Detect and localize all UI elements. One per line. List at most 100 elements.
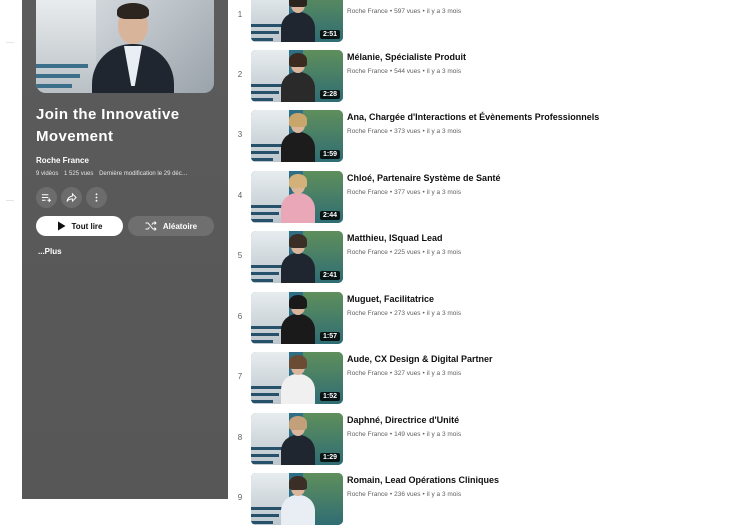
- save-to-library-button[interactable]: [36, 187, 57, 208]
- video-title[interactable]: Romain, Lead Opérations Cliniques: [347, 475, 499, 485]
- video-thumbnail[interactable]: 1:59: [251, 110, 343, 162]
- video-index: 6: [237, 312, 243, 321]
- video-list-item[interactable]: 6 1:57 Muguet, Facilitatrice Roche Franc…: [232, 292, 732, 348]
- video-meta: Roche France • 597 vues • il y a 3 mois: [347, 8, 462, 15]
- video-channel[interactable]: Roche France: [347, 491, 388, 498]
- video-duration: 2:41: [319, 271, 340, 280]
- add-to-queue-icon: [41, 194, 52, 203]
- share-button[interactable]: [61, 187, 82, 208]
- video-thumbnail[interactable]: [251, 473, 343, 525]
- video-duration: 2:51: [319, 30, 340, 39]
- video-duration: 1:52: [319, 392, 340, 401]
- video-age: il y a 3 mois: [426, 370, 462, 377]
- playlist-meta: 9 vidéos 1 525 vues Dernière modificatio…: [36, 171, 192, 177]
- video-title[interactable]: Chloé, Partenaire Système de Santé: [347, 173, 501, 183]
- video-views: 149 vues: [394, 431, 421, 438]
- video-duration: 1:57: [319, 332, 340, 341]
- video-views: 597 vues: [394, 8, 421, 15]
- video-index: 5: [237, 251, 243, 260]
- video-index: 9: [237, 493, 243, 502]
- video-duration: 2:28: [319, 90, 340, 99]
- video-title[interactable]: Mélanie, Spécialiste Produit: [347, 52, 466, 62]
- video-channel[interactable]: Roche France: [347, 431, 388, 438]
- video-count: 9 vidéos: [36, 171, 59, 177]
- video-age: il y a 3 mois: [426, 310, 462, 317]
- video-meta: Roche France • 273 vues • il y a 3 mois: [347, 310, 462, 317]
- video-list-item[interactable]: 9 Romain, Lead Opérations Cliniques Roch…: [232, 473, 732, 529]
- video-views: 377 vues: [394, 189, 421, 196]
- channel-name[interactable]: Roche France: [36, 156, 89, 165]
- video-list-item[interactable]: 3 1:59 Ana, Chargée d'Interactions et Év…: [232, 110, 732, 166]
- video-channel[interactable]: Roche France: [347, 249, 388, 256]
- shuffle-label: Aléatoire: [162, 221, 198, 231]
- video-thumbnail[interactable]: 2:44: [251, 171, 343, 223]
- video-duration: 2:44: [319, 211, 340, 220]
- video-list-item[interactable]: 2 2:28 Mélanie, Spécialiste Produit Roch…: [232, 50, 732, 106]
- video-thumbnail[interactable]: 2:51: [251, 0, 343, 42]
- video-list-item[interactable]: 1 2:51 Roche France • 597 vues • il y a 3 mo…: [232, 0, 732, 46]
- video-meta: Roche France • 225 vues • il y a 3 mois: [347, 249, 462, 256]
- video-views: 373 vues: [394, 128, 421, 135]
- video-age: il y a 3 mois: [426, 491, 462, 498]
- video-index: 1: [237, 10, 243, 19]
- video-meta: Roche France • 236 vues • il y a 3 mois: [347, 491, 462, 498]
- video-meta: Roche France • 373 vues • il y a 3 mois: [347, 128, 462, 135]
- video-age: il y a 3 mois: [426, 128, 462, 135]
- video-meta: Roche France • 327 vues • il y a 3 mois: [347, 370, 462, 377]
- video-list-item[interactable]: 7 1:52 Aude, CX Design & Digital Partner…: [232, 352, 732, 408]
- video-list-item[interactable]: 4 2:44 Chloé, Partenaire Système de Sant…: [232, 171, 732, 227]
- video-index: 7: [237, 372, 243, 381]
- more-vert-icon: [95, 193, 98, 202]
- playlist-thumbnail[interactable]: [36, 0, 214, 93]
- video-age: il y a 3 mois: [426, 8, 462, 15]
- video-title[interactable]: Daphné, Directrice d'Unité: [347, 415, 459, 425]
- divider: [6, 200, 14, 201]
- description-more-link[interactable]: ...Plus: [38, 247, 62, 256]
- video-thumbnail[interactable]: 2:28: [251, 50, 343, 102]
- video-title[interactable]: Muguet, Facilitatrice: [347, 294, 434, 304]
- video-views: 544 vues: [394, 68, 421, 75]
- video-list-item[interactable]: 8 1:29 Daphné, Directrice d'Unité Roche …: [232, 413, 732, 469]
- shuffle-icon: [145, 221, 157, 231]
- video-list-item[interactable]: 5 2:41 Matthieu, ISquad Lead Roche Franc…: [232, 231, 732, 287]
- video-age: il y a 3 mois: [426, 68, 462, 75]
- video-title[interactable]: Aude, CX Design & Digital Partner: [347, 354, 493, 364]
- video-meta: Roche France • 544 vues • il y a 3 mois: [347, 68, 462, 75]
- play-icon: [57, 221, 66, 231]
- play-all-label: Tout lire: [71, 221, 103, 231]
- video-thumbnail[interactable]: 1:29: [251, 413, 343, 465]
- video-duration: 1:29: [319, 453, 340, 462]
- play-all-button[interactable]: Tout lire: [36, 216, 123, 236]
- video-views: 225 vues: [394, 249, 421, 256]
- video-channel[interactable]: Roche France: [347, 370, 388, 377]
- video-thumbnail[interactable]: 2:41: [251, 231, 343, 283]
- video-age: il y a 3 mois: [426, 189, 462, 196]
- video-index: 2: [237, 70, 243, 79]
- video-channel[interactable]: Roche France: [347, 8, 388, 15]
- video-views: 327 vues: [394, 370, 421, 377]
- video-meta: Roche France • 149 vues • il y a 3 mois: [347, 431, 462, 438]
- video-duration: 1:59: [319, 150, 340, 159]
- more-actions-button[interactable]: [86, 187, 107, 208]
- video-channel[interactable]: Roche France: [347, 189, 388, 196]
- video-title[interactable]: Ana, Chargée d'Interactions et Évènement…: [347, 112, 599, 122]
- video-views: 273 vues: [394, 310, 421, 317]
- video-index: 4: [237, 191, 243, 200]
- video-index: 8: [237, 433, 243, 442]
- video-thumbnail[interactable]: 1:57: [251, 292, 343, 344]
- video-channel[interactable]: Roche France: [347, 310, 388, 317]
- playlist-title: Join the Innovative Movement: [36, 106, 180, 145]
- video-index: 3: [237, 130, 243, 139]
- shuffle-button[interactable]: Aléatoire: [128, 216, 214, 236]
- video-age: il y a 3 mois: [426, 249, 462, 256]
- video-views: 236 vues: [394, 491, 421, 498]
- video-channel[interactable]: Roche France: [347, 68, 388, 75]
- video-thumbnail[interactable]: 1:52: [251, 352, 343, 404]
- share-icon: [66, 192, 77, 203]
- video-age: il y a 3 mois: [426, 431, 462, 438]
- playlist-header-panel: Join the Innovative Movement Roche Franc…: [22, 0, 228, 499]
- view-count: 1 525 vues: [64, 171, 94, 177]
- video-channel[interactable]: Roche France: [347, 128, 388, 135]
- video-title[interactable]: Matthieu, ISquad Lead: [347, 233, 443, 243]
- left-margin: [0, 0, 22, 499]
